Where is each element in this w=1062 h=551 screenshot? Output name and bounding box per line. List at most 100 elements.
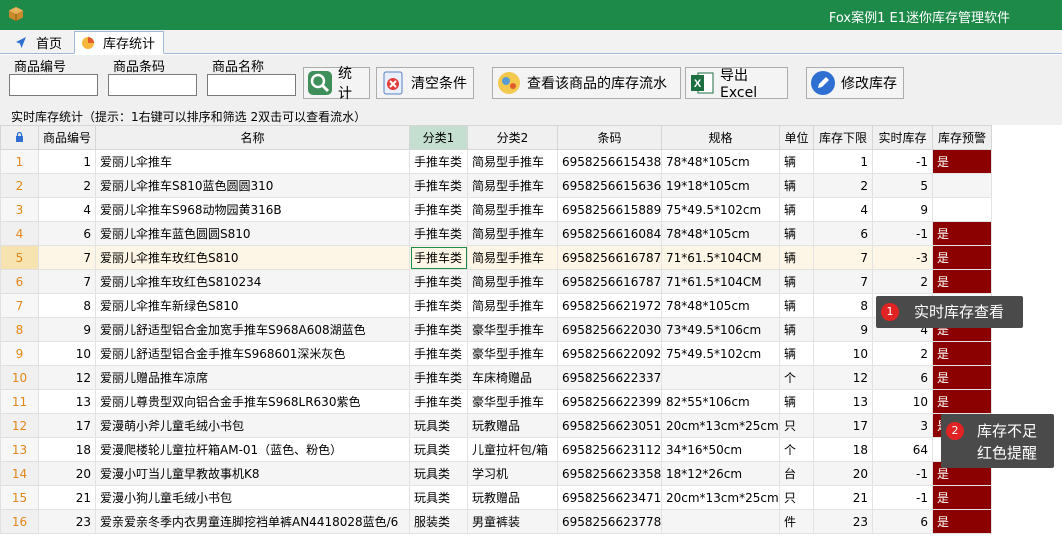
table-row[interactable]: 7 8 爱丽儿伞推车新绿色S810 手推车类 简易型手推车 6958256621972 78… [0,293,992,318]
cell-stock-min[interactable]: 1 [813,149,873,174]
table-row[interactable]: 14 20 爱漫小叮当儿童早教故事机K8 玩具类 学习机 6958256623358 18*… [0,461,992,486]
cell-unit[interactable]: 辆 [779,173,814,198]
table-row[interactable]: 5 7 爱丽儿伞推车玫红色S810 手推车类 简易型手推车 6958256616787 71… [0,245,992,270]
cell-stock-min[interactable]: 20 [813,461,873,486]
cell-product-name[interactable]: 爱漫小叮当儿童早教故事机K8 [95,461,410,486]
cell-stock-min[interactable]: 10 [813,341,873,366]
cell-spec[interactable]: 20cm*13cm*25cm [661,485,780,510]
cell-stock-min[interactable]: 7 [813,245,873,270]
table-row[interactable]: 2 2 爱丽儿伞推车S810蓝色圆圆310 手推车类 简易型手推车 69582566156… [0,173,992,198]
cell-product-name[interactable]: 爱丽儿伞推车S968动物园黄316B [95,197,410,222]
cell-stock-min[interactable]: 4 [813,197,873,222]
table-row[interactable]: 8 9 爱丽儿舒适型铝合金加宽手推车S968A608湖蓝色 手推车类 豪华型手推车 695… [0,317,992,342]
cell-stock-warning[interactable]: 是 [932,341,992,366]
cell-category1[interactable]: 手推车类 [409,341,468,366]
cell-unit[interactable]: 台 [779,461,814,486]
cell-barcode[interactable]: 6958256623778 [557,509,662,534]
cell-product-name[interactable]: 爱丽儿赠品推车凉席 [95,365,410,390]
cell-category1[interactable]: 手推车类 [409,269,468,294]
cell-realtime-stock[interactable]: 2 [872,341,933,366]
cell-row-index[interactable]: 11 [0,389,39,414]
table-row[interactable]: 11 13 爱丽儿尊贵型双向铝合金手推车S968LR630紫色 手推车类 豪华型手推车 6… [0,389,992,414]
cell-row-index[interactable]: 3 [0,197,39,222]
cell-row-index[interactable]: 7 [0,293,39,318]
cell-barcode[interactable]: 6958256622092 [557,341,662,366]
cell-stock-warning[interactable]: 是 [932,149,992,174]
cell-spec[interactable]: 71*61.5*104CM [661,269,780,294]
column-header-category1[interactable]: 分类1 [409,125,468,150]
cell-category1[interactable]: 玩具类 [409,413,468,438]
cell-row-index[interactable]: 14 [0,461,39,486]
cell-product-code[interactable]: 8 [38,293,96,318]
cell-stock-warning[interactable]: 是 [932,509,992,534]
cell-product-name[interactable]: 爱丽儿伞推车S810蓝色圆圆310 [95,173,410,198]
cell-barcode[interactable]: 6958256622030 [557,317,662,342]
cell-category1[interactable]: 手推车类 [409,389,468,414]
cell-stock-warning[interactable]: 是 [932,365,992,390]
cell-category1[interactable]: 服装类 [409,509,468,534]
cell-stock-min[interactable]: 8 [813,293,873,318]
cell-product-name[interactable]: 爱丽儿伞推车 [95,149,410,174]
column-header-stock-warning[interactable]: 库存预警 [932,125,992,150]
cell-category1[interactable]: 玩具类 [409,485,468,510]
cell-spec[interactable]: 20cm*13cm*25cm [661,413,780,438]
cell-category2[interactable]: 学习机 [467,461,558,486]
cell-unit[interactable]: 辆 [779,269,814,294]
cell-row-index[interactable]: 12 [0,413,39,438]
cell-stock-min[interactable]: 23 [813,509,873,534]
cell-unit[interactable]: 辆 [779,221,814,246]
product-code-input[interactable] [9,74,98,96]
cell-stock-warning[interactable]: 是 [932,485,992,510]
cell-spec[interactable]: 34*16*50cm [661,437,780,462]
cell-category1[interactable]: 玩具类 [409,461,468,486]
cell-category2[interactable]: 豪华型手推车 [467,389,558,414]
stats-button[interactable]: 统计 [303,66,370,102]
cell-product-name[interactable]: 爱丽儿伞推车玫红色S810 [95,245,410,270]
cell-barcode[interactable]: 6958256621972 [557,293,662,318]
cell-category2[interactable]: 男童裤装 [467,509,558,534]
export-excel-button[interactable]: X 导出Excel [685,67,788,101]
cell-spec[interactable]: 73*49.5*106cm [661,317,780,342]
cell-realtime-stock[interactable]: 5 [872,173,933,198]
cell-unit[interactable]: 只 [779,485,814,510]
cell-category2[interactable]: 玩教赠品 [467,485,558,510]
cell-barcode[interactable]: 6958256622337 [557,365,662,390]
cell-row-index[interactable]: 15 [0,485,39,510]
cell-stock-min[interactable]: 12 [813,365,873,390]
cell-product-code[interactable]: 17 [38,413,96,438]
cell-spec[interactable]: 75*49.5*102cm [661,197,780,222]
cell-product-code[interactable]: 9 [38,317,96,342]
cell-category1[interactable]: 手推车类 [409,221,468,246]
column-header-barcode[interactable]: 条码 [557,125,662,150]
cell-category2[interactable]: 简易型手推车 [467,269,558,294]
cell-stock-min[interactable]: 7 [813,269,873,294]
cell-product-code[interactable]: 10 [38,341,96,366]
cell-category1[interactable]: 手推车类 [409,197,468,222]
cell-unit[interactable]: 辆 [779,197,814,222]
tab-stock-statistics[interactable]: 库存统计 [74,31,165,54]
cell-stock-warning[interactable]: 是 [932,221,992,246]
table-row[interactable]: 4 6 爱丽儿伞推车蓝色圆圆S810 手推车类 简易型手推车 6958256616084 7… [0,221,992,246]
cell-spec[interactable] [661,509,780,534]
cell-category2[interactable]: 车床椅赠品 [467,365,558,390]
cell-product-name[interactable]: 爱丽儿尊贵型双向铝合金手推车S968LR630紫色 [95,389,410,414]
cell-product-code[interactable]: 7 [38,269,96,294]
cell-realtime-stock[interactable]: 6 [872,509,933,534]
cell-category1[interactable]: 手推车类 [409,317,468,342]
cell-barcode[interactable]: 6958256623471 [557,485,662,510]
cell-category1[interactable]: 手推车类 [409,245,468,270]
table-row[interactable]: 12 17 爱漫萌小斧儿童毛绒小书包 玩具类 玩教赠品 6958256623051 20cm… [0,413,992,438]
table-row[interactable]: 1 1 爱丽儿伞推车 手推车类 简易型手推车 6958256615438 78*48*105… [0,149,992,174]
column-header-index[interactable] [0,125,39,150]
cell-barcode[interactable]: 6958256616787 [557,245,662,270]
cell-spec[interactable]: 82*55*106cm [661,389,780,414]
table-row[interactable]: 13 18 爱漫爬楼轮儿童拉杆箱AM-01（蓝色、粉色） 玩具类 儿童拉杆包/箱 6958… [0,437,992,462]
cell-row-index[interactable]: 4 [0,221,39,246]
cell-barcode[interactable]: 6958256616787 [557,269,662,294]
cell-barcode[interactable]: 6958256623358 [557,461,662,486]
cell-product-name[interactable]: 爱丽儿舒适型铝合金手推车S968601深米灰色 [95,341,410,366]
cell-category2[interactable]: 玩教赠品 [467,413,558,438]
cell-spec[interactable]: 19*18*105cm [661,173,780,198]
cell-product-name[interactable]: 爱丽儿伞推车新绿色S810 [95,293,410,318]
cell-row-index[interactable]: 16 [0,509,39,534]
